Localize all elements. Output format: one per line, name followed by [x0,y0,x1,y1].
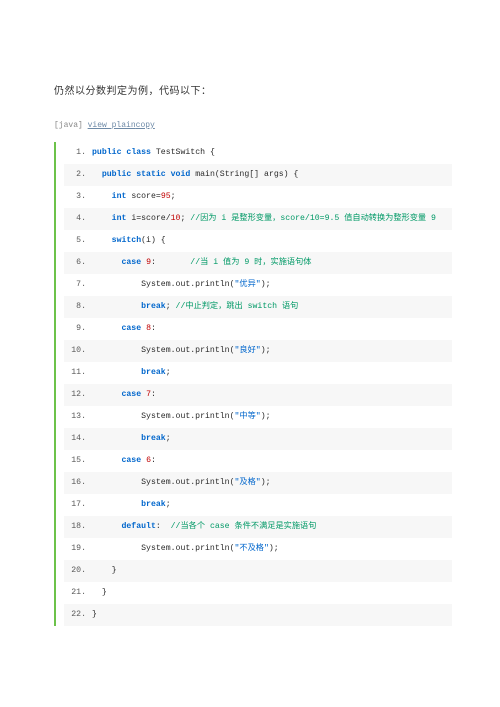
line-code: default: //当各个 case 条件不满足是实施语句 [92,523,316,531]
code-line: 20. } [64,560,452,582]
line-code: public class TestSwitch { [92,149,215,157]
code-line: 1.public class TestSwitch { [64,142,452,164]
line-code: break; //中止判定，跳出 switch 语句 [92,303,298,311]
lang-tag: [java] [54,121,83,130]
code-line: 16. System.out.println("及格"); [64,472,452,494]
code-line: 3. int score=95; [64,186,452,208]
code-line: 18. default: //当各个 case 条件不满足是实施语句 [64,516,452,538]
code-line: 10. System.out.println("良好"); [64,340,452,362]
code-line: 12. case 7: [64,384,452,406]
line-code: case 9: //当 i 值为 9 时，实施语句体 [92,259,311,267]
line-number: 6. [64,259,92,267]
line-code: System.out.println("不及格"); [92,545,279,553]
code-line: 8. break; //中止判定，跳出 switch 语句 [64,296,452,318]
line-number: 14. [64,435,92,443]
line-code: System.out.println("中等"); [92,413,271,421]
view-plain-link[interactable]: view plain [88,121,136,130]
line-code: break; [92,369,171,377]
copy-link[interactable]: copy [136,121,155,130]
line-code: case 7: [92,391,156,399]
line-code: } [92,589,107,597]
line-number: 19. [64,545,92,553]
code-line: 9. case 8: [64,318,452,340]
line-number: 9. [64,325,92,333]
line-code: break; [92,501,171,509]
code-meta: [java] view plaincopy [54,121,452,130]
line-number: 20. [64,567,92,575]
line-code: switch(i) { [92,237,166,245]
line-number: 2. [64,171,92,179]
line-number: 10. [64,347,92,355]
line-code: int i=score/10; //因为 i 是整形变量，score/10=9.… [92,215,436,223]
line-code: public static void main(String[] args) { [92,171,298,179]
line-number: 13. [64,413,92,421]
line-number: 7. [64,281,92,289]
line-number: 1. [64,149,92,157]
line-number: 8. [64,303,92,311]
code-line: 22.} [64,604,452,626]
line-number: 21. [64,589,92,597]
line-code: case 6: [92,457,156,465]
line-number: 16. [64,479,92,487]
line-code: System.out.println("及格"); [92,479,271,487]
code-line: 19. System.out.println("不及格"); [64,538,452,560]
code-line: 7. System.out.println("优异"); [64,274,452,296]
code-line: 13. System.out.println("中等"); [64,406,452,428]
line-code: } [92,611,97,619]
code-block: 1.public class TestSwitch {2. public sta… [54,142,452,626]
line-number: 17. [64,501,92,509]
code-line: 11. break; [64,362,452,384]
code-line: 5. switch(i) { [64,230,452,252]
line-code: System.out.println("优异"); [92,281,271,289]
code-line: 14. break; [64,428,452,450]
code-line: 2. public static void main(String[] args… [64,164,452,186]
line-number: 4. [64,215,92,223]
line-number: 22. [64,611,92,619]
line-code: } [92,567,117,575]
code-line: 21. } [64,582,452,604]
code-line: 4. int i=score/10; //因为 i 是整形变量，score/10… [64,208,452,230]
intro-text: 仍然以分数判定为例，代码以下： [54,82,452,97]
line-code: case 8: [92,325,156,333]
line-code: int score=95; [92,193,176,201]
line-number: 18. [64,523,92,531]
line-code: break; [92,435,171,443]
line-number: 11. [64,369,92,377]
code-line: 6. case 9: //当 i 值为 9 时，实施语句体 [64,252,452,274]
line-number: 3. [64,193,92,201]
code-line: 15. case 6: [64,450,452,472]
line-number: 5. [64,237,92,245]
line-number: 12. [64,391,92,399]
code-line: 17. break; [64,494,452,516]
line-code: System.out.println("良好"); [92,347,271,355]
line-number: 15. [64,457,92,465]
